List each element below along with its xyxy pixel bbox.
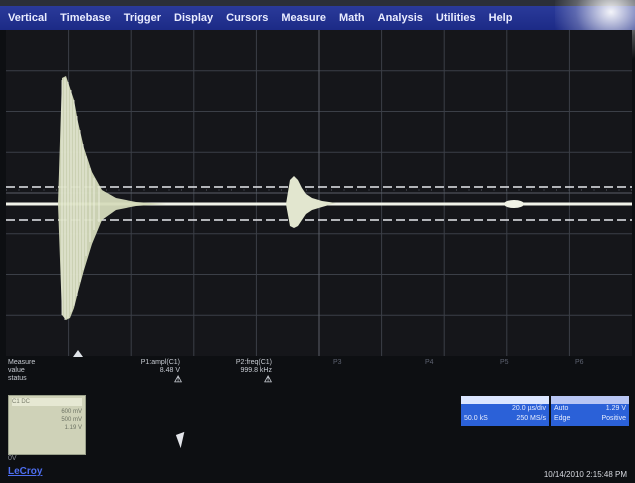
trigger-slope: Positive — [601, 415, 626, 422]
menu-utilities[interactable]: Utilities — [436, 12, 476, 24]
p1-status-icon: ⚠ — [174, 374, 183, 384]
trigger-title — [551, 396, 629, 404]
trigger-level: 1.29 V — [605, 405, 626, 412]
menu-timebase[interactable]: Timebase — [60, 12, 111, 24]
channel-value: 500 mV — [61, 417, 82, 423]
menu-display[interactable]: Display — [174, 12, 213, 24]
timebase-samples: 50.0 kS — [464, 415, 488, 422]
menu-measure[interactable]: Measure — [281, 12, 326, 24]
p5-header[interactable]: P5 — [500, 358, 509, 367]
trigger-descriptor[interactable]: Auto 1.29 V Edge Positive — [551, 396, 629, 426]
menu-math[interactable]: Math — [339, 12, 365, 24]
mouse-pointer-icon — [175, 431, 190, 449]
trigger-position-marker — [73, 350, 83, 357]
menu-vertical[interactable]: Vertical — [8, 12, 47, 24]
menu-trigger[interactable]: Trigger — [124, 12, 161, 24]
p1-value: 8.48 V — [159, 367, 180, 374]
timebase-scale: 20.0 µs/div — [512, 405, 546, 412]
channel-title: C1 DC — [12, 398, 82, 406]
p6-header[interactable]: P6 — [575, 358, 584, 367]
timebase-sample-rate: 250 MS/s — [516, 415, 546, 422]
p4-header[interactable]: P4 — [425, 358, 434, 367]
trigger-mode: Auto — [554, 405, 569, 412]
channel-descriptor-box[interactable]: C1 DC 600 mV 500 mV 1.19 V — [8, 395, 86, 455]
timestamp: 10/14/2010 2:15:48 PM — [543, 470, 627, 479]
menu-help[interactable]: Help — [489, 12, 513, 24]
measure-panel: Measure value status P1:ampl(C1) 8.48 V … — [0, 358, 635, 392]
channel-value: 1.19 V — [64, 425, 82, 431]
waveform-grid — [6, 30, 632, 356]
p2-status-icon: ⚠ — [264, 374, 273, 384]
menu-bar: Vertical Timebase Trigger Display Cursor… — [0, 6, 635, 30]
trigger-type: Edge — [554, 415, 571, 422]
timebase-descriptor[interactable]: 20.0 µs/div 50.0 kS 250 MS/s — [461, 396, 549, 426]
waveform-display[interactable] — [6, 30, 632, 356]
zero-level-label: 0V — [8, 455, 17, 462]
menu-analysis[interactable]: Analysis — [378, 12, 423, 24]
status-row-label: status — [8, 375, 27, 382]
brand-logo[interactable]: LeCroy — [8, 466, 42, 477]
timebase-title — [461, 396, 549, 404]
channel-value: 600 mV — [61, 409, 82, 415]
p2-value: 999.8 kHz — [240, 367, 272, 374]
menu-cursors[interactable]: Cursors — [226, 12, 268, 24]
p3-header[interactable]: P3 — [333, 358, 342, 367]
